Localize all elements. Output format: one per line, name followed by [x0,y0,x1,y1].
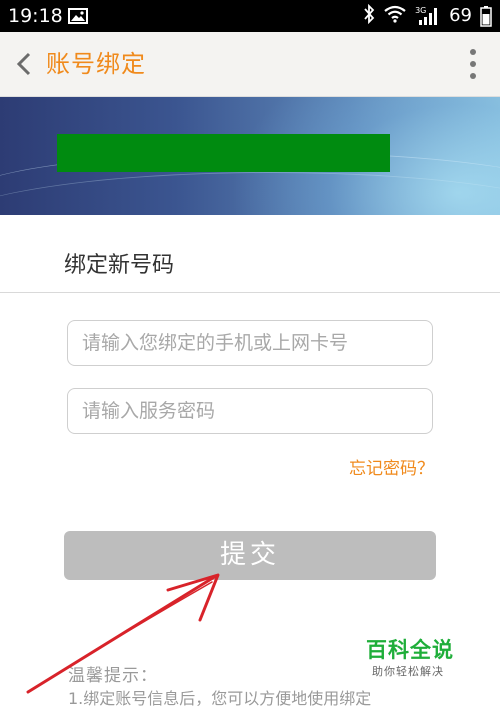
status-bar: 19:18 3G 69 [0,0,500,32]
header-banner [0,97,500,215]
watermark-subtitle: 助你轻松解决 [372,665,444,678]
submit-button[interactable]: 提交 [64,531,436,580]
watermark-title: 百科全说 [366,638,454,662]
tips-title: 温馨提示： [68,666,158,686]
section-title: 绑定新号码 [64,253,175,278]
signal-icon: 3G [415,6,441,26]
phone-field[interactable] [67,320,433,366]
more-vertical-icon[interactable] [468,48,478,80]
wifi-icon [383,5,407,27]
chevron-left-icon[interactable] [14,52,36,76]
password-input[interactable] [68,389,432,433]
status-icons: 3G 69 [363,3,492,28]
app-bar: 账号绑定 [0,32,500,97]
bluetooth-icon [363,3,375,28]
page-title: 账号绑定 [46,50,146,78]
image-icon [68,8,88,24]
divider [0,292,500,293]
phone-input[interactable] [68,321,432,365]
password-field[interactable] [67,388,433,434]
battery-percent: 69 [449,5,472,26]
status-time: 19:18 [8,5,63,27]
battery-icon [480,5,492,27]
redacted-block [57,134,390,172]
tips-text: 1.绑定账号信息后，您可以方便地使用绑定 [68,689,372,708]
forgot-password-link[interactable]: 忘记密码？ [349,456,434,482]
